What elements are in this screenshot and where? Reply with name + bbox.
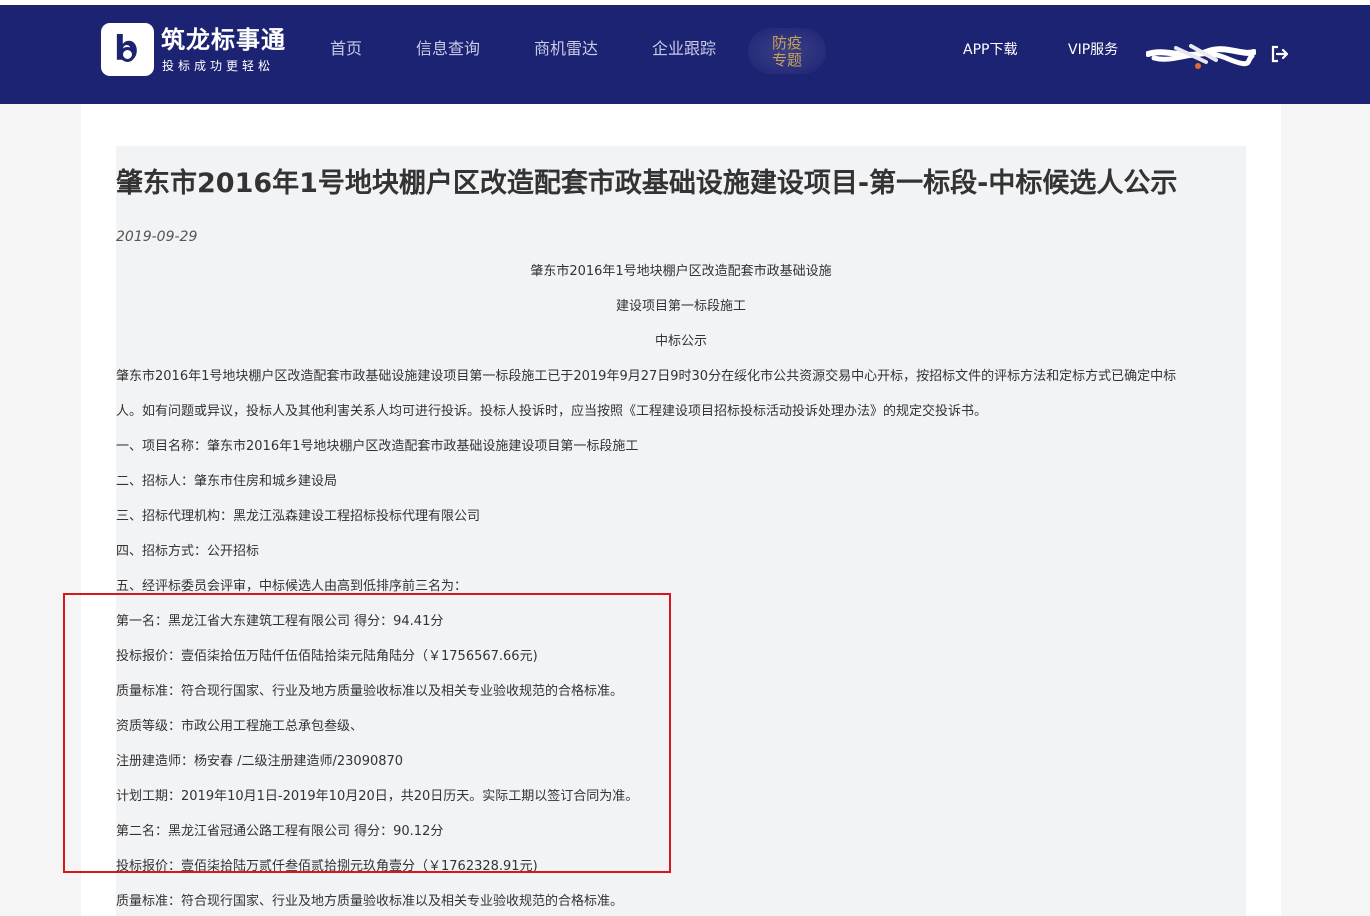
nav-item-info-search[interactable]: 信息查询 xyxy=(416,38,480,60)
logo-icon: b xyxy=(101,23,154,76)
vip-service-link[interactable]: VIP服务 xyxy=(1068,41,1118,59)
body-line: 人。如有问题或异议，投标人及其他利害关系人均可进行投诉。投标人投诉时，应当按照《… xyxy=(116,404,988,419)
publish-date: 2019-09-29 xyxy=(116,229,198,245)
heading-line: 中标公示 xyxy=(654,334,707,349)
nav-item-opportunity-radar[interactable]: 商机雷达 xyxy=(534,38,598,60)
heading-line: 建设项目第一标段施工 xyxy=(615,299,746,314)
logout-icon[interactable] xyxy=(1270,44,1290,64)
body-line: 四、招标方式：公开招标 xyxy=(116,544,260,559)
nav-item-epidemic-special[interactable]: 防疫 专题 xyxy=(748,28,826,74)
heading-line: 肇东市2016年1号地块棚户区改造配套市政基础设施 xyxy=(530,264,832,279)
body-line: 二、招标人：肇东市住房和城乡建设局 xyxy=(116,474,338,489)
logo-slogan: 投标成功更轻松 xyxy=(162,59,275,73)
nav-item-home[interactable]: 首页 xyxy=(330,38,362,60)
body-line: 质量标准：符合现行国家、行业及地方质量验收标准以及相关专业验收规范的合格标准。 xyxy=(116,894,624,909)
nav-item-company-tracking[interactable]: 企业跟踪 xyxy=(652,38,716,60)
redacted-username[interactable] xyxy=(1146,38,1256,70)
special-line-2: 专题 xyxy=(771,51,802,69)
body-line: 三、招标代理机构：黑龙江泓森建设工程招标投标代理有限公司 xyxy=(116,509,481,524)
special-line-1: 防疫 xyxy=(771,34,802,52)
app-download-link[interactable]: APP下载 xyxy=(963,41,1017,59)
body-line: 一、项目名称：肇东市2016年1号地块棚户区改造配套市政基础设施建设项目第一标段… xyxy=(116,439,639,454)
highlight-box xyxy=(63,593,671,873)
site-logo[interactable]: b 筑龙标事通 投标成功更轻松 xyxy=(101,23,285,76)
body-line: 肇东市2016年1号地块棚户区改造配套市政基础设施建设项目第一标段施工已于201… xyxy=(116,369,1177,384)
page-title: 肇东市2016年1号地块棚户区改造配套市政基础设施建设项目-第一标段-中标候选人… xyxy=(116,168,1178,199)
logo-name: 筑龙标事通 xyxy=(161,26,286,54)
